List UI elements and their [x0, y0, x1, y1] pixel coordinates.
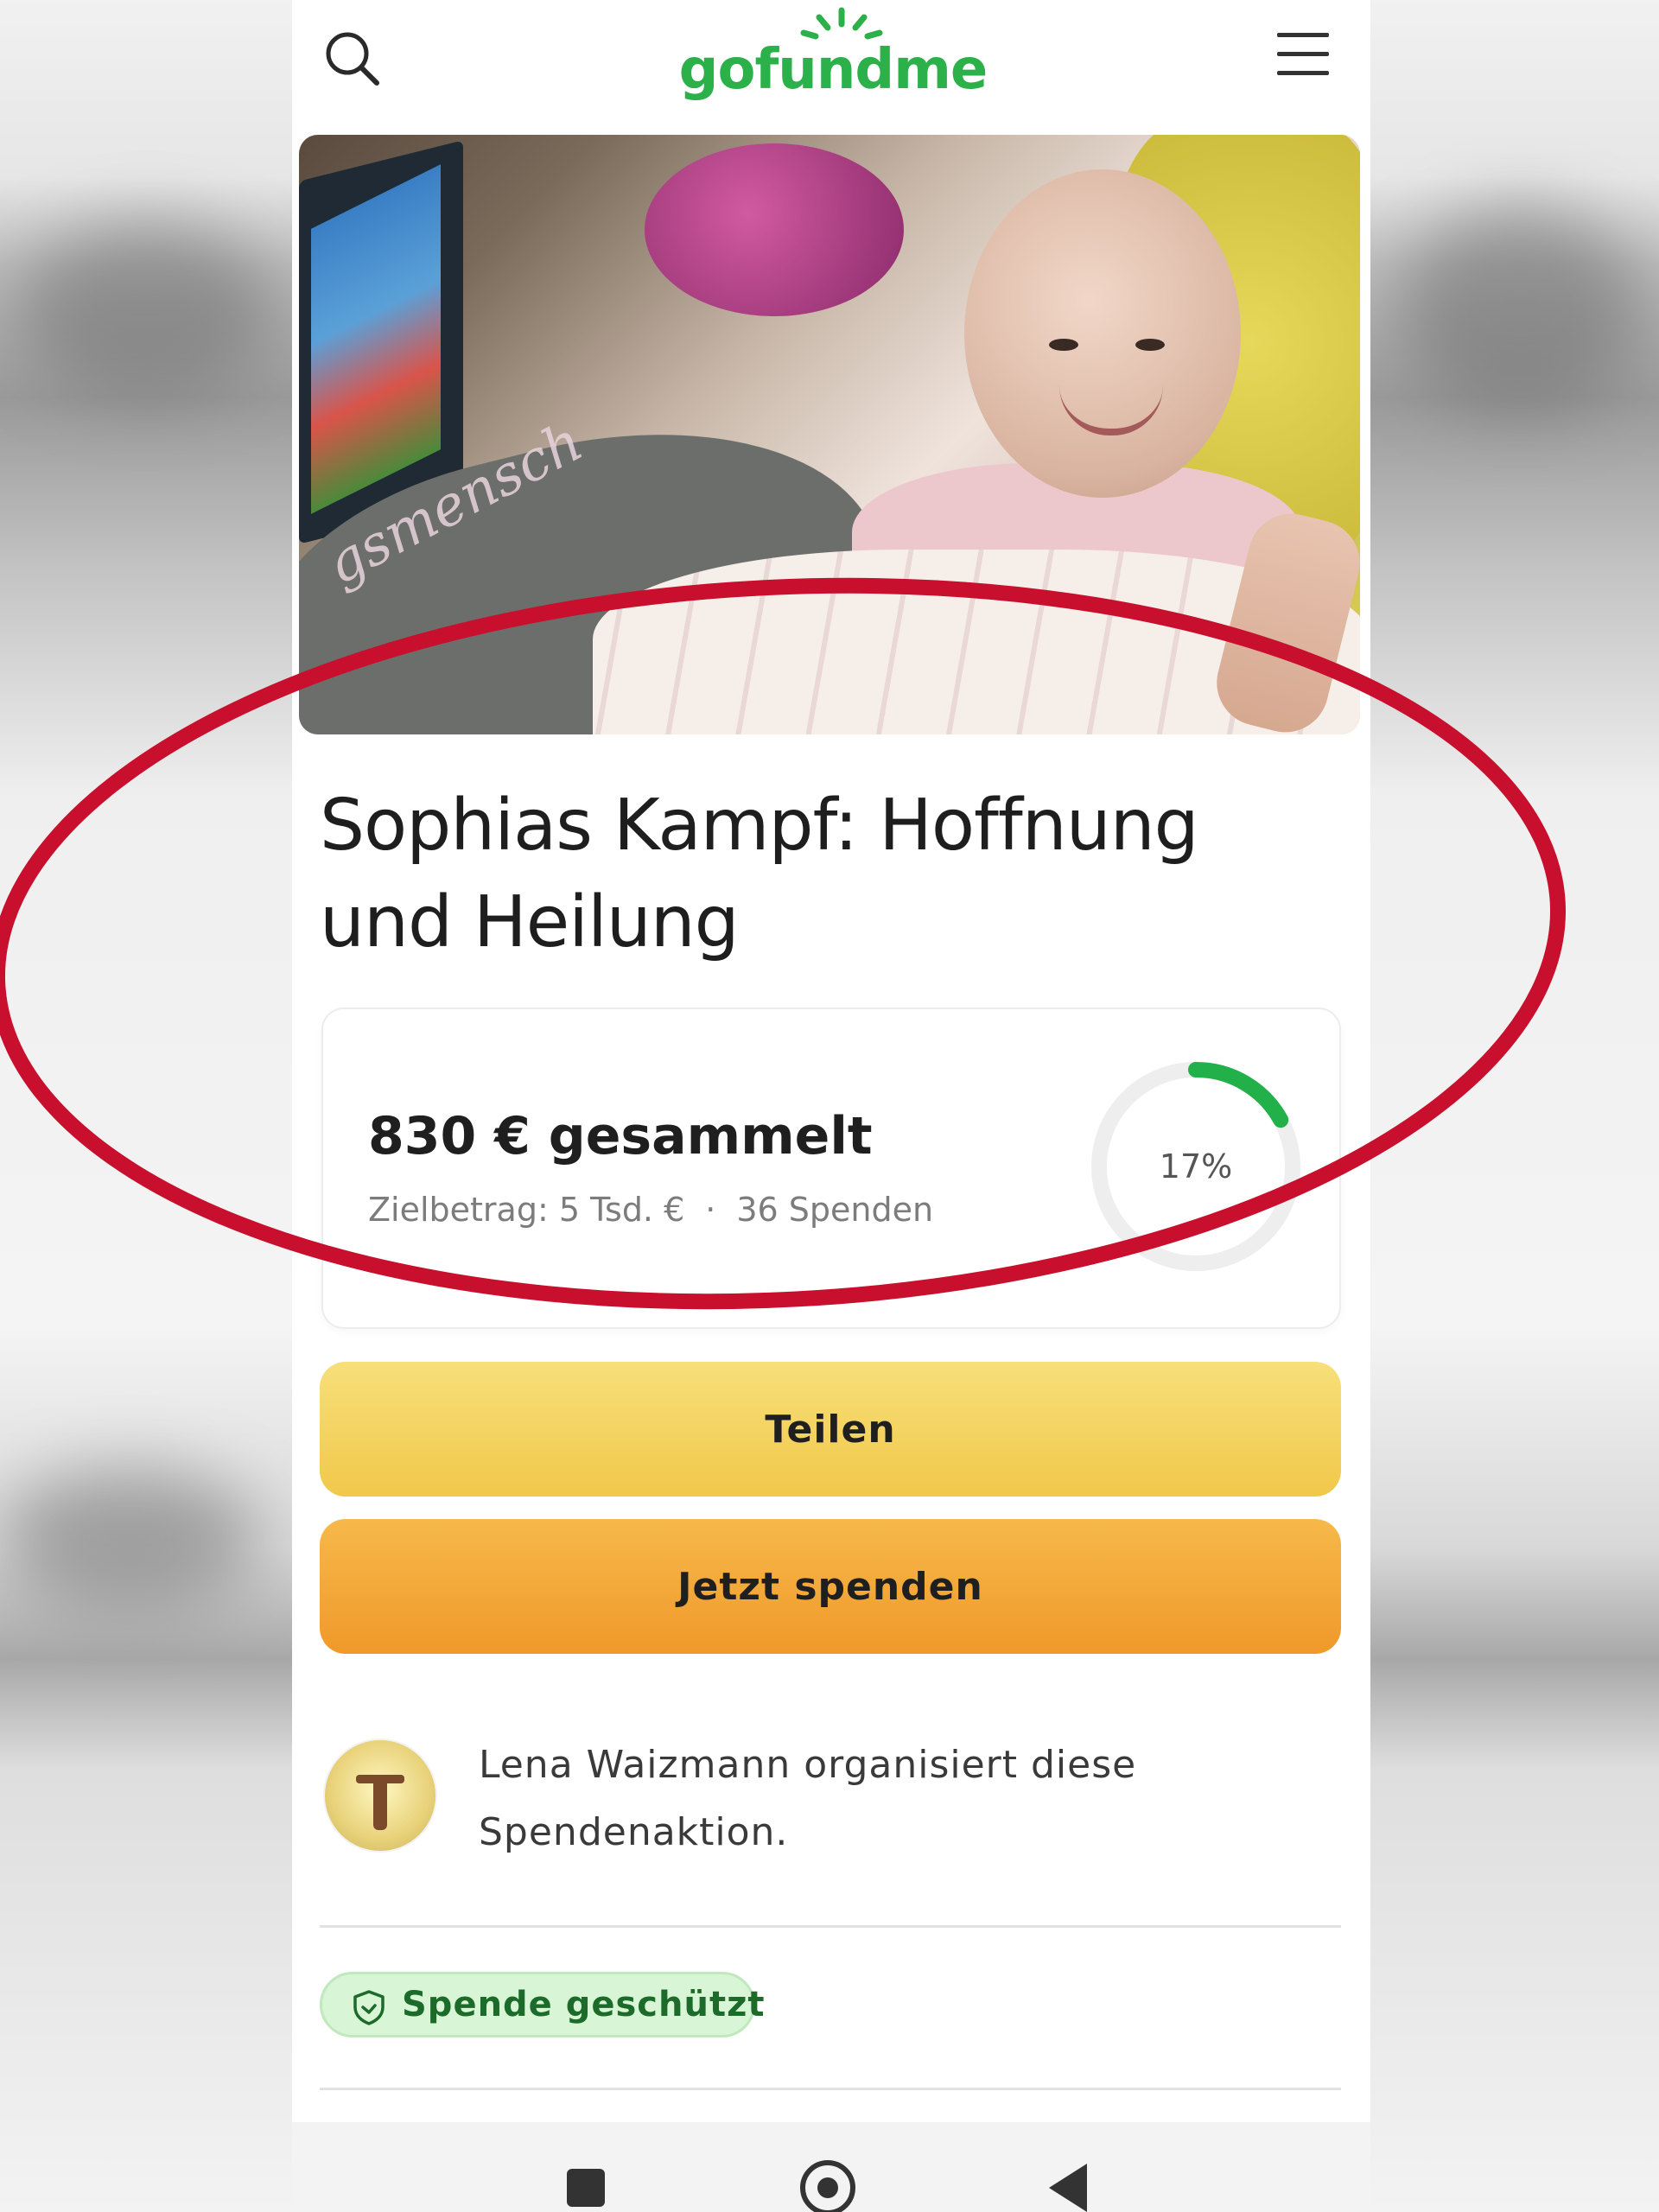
menu-icon[interactable]: [1277, 33, 1329, 81]
back-icon[interactable]: [1049, 2164, 1087, 2212]
android-navigation-bar: [292, 2122, 1370, 2212]
campaign-photo: gsmensch: [299, 135, 1360, 734]
donation-count: 36 Spenden: [736, 1191, 934, 1229]
logo-text: gofundme: [678, 38, 988, 102]
organizer-avatar[interactable]: [323, 1738, 437, 1853]
goal-amount: Zielbetrag: 5 Tsd. €: [368, 1191, 685, 1229]
phone-screen: gofundme gsmensch Sophias Kampf: Hoffnun…: [292, 0, 1370, 2212]
badge-label: Spende geschützt: [402, 1985, 766, 2024]
amount-raised: 830 € gesammelt: [368, 1106, 873, 1166]
background-blur-shape: [0, 1469, 259, 1607]
home-icon[interactable]: [800, 2160, 855, 2212]
organizer-text: Lena Waizmann organisiert diese Spendena…: [479, 1743, 1137, 1854]
progress-percent: 17%: [1159, 1147, 1233, 1185]
share-button[interactable]: Teilen: [320, 1362, 1341, 1497]
search-icon[interactable]: [318, 24, 387, 93]
gofundme-logo[interactable]: gofundme: [677, 7, 988, 119]
background-blur-shape: [1400, 207, 1642, 415]
app-header: gofundme: [292, 0, 1370, 130]
campaign-title: Sophias Kampf: Hoffnung und Heilung: [320, 785, 1199, 963]
background-blur-shape: [17, 225, 276, 397]
recent-apps-icon[interactable]: [567, 2169, 605, 2207]
divider: [320, 2088, 1341, 2090]
divider: [320, 1925, 1341, 1928]
donation-stats-card: 830 € gesammelt Zielbetrag: 5 Tsd. € · 36 …: [321, 1007, 1341, 1329]
shield-icon: [353, 1990, 385, 2025]
separator-dot: ·: [705, 1191, 716, 1229]
donation-protected-badge[interactable]: Spende geschützt: [320, 1972, 765, 2037]
goal-line: Zielbetrag: 5 Tsd. € · 36 Spenden: [368, 1191, 933, 1229]
donate-button[interactable]: Jetzt spenden: [320, 1519, 1341, 1654]
